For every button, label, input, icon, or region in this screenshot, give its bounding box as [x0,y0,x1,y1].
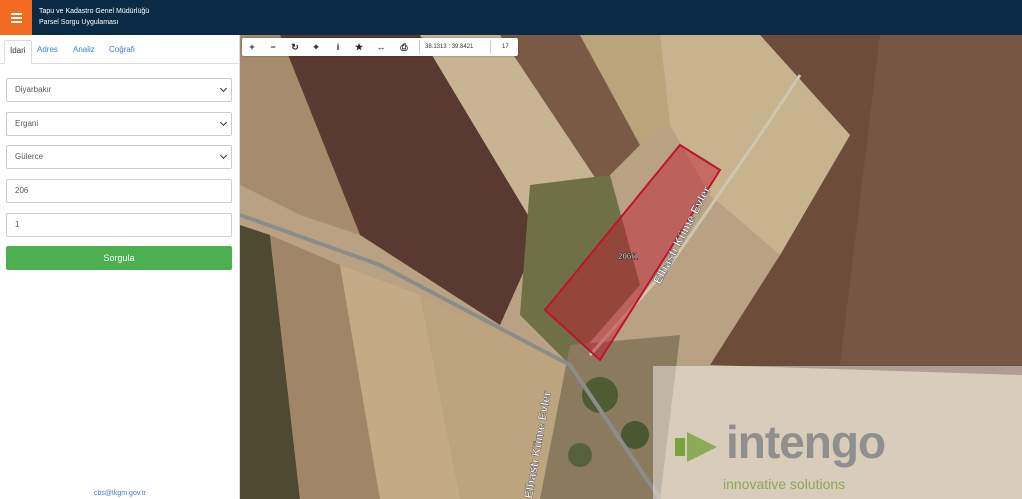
block-input[interactable]: 206 [6,179,232,203]
app-title: Tapu ve Kadastro Genel Müdürlüğü Parsel … [39,6,149,28]
watermark-overlay: intengo innovative solutions [653,366,1022,499]
query-button[interactable]: Sorgula [6,246,232,270]
info-icon[interactable]: i [330,40,346,54]
parcel-value: 1 [15,220,20,229]
chevron-down-icon [219,151,228,160]
favorite-star-icon[interactable]: ★ [351,40,367,54]
watermark-tagline: innovative solutions [723,476,846,492]
print-icon[interactable]: ⎙ [396,40,412,54]
hamburger-menu-button[interactable] [0,0,32,35]
parcel-label: 206/1 [618,252,639,261]
toolbar-divider [490,40,491,54]
tab-adres[interactable]: Adres [32,40,63,64]
toolbar-divider [419,40,420,54]
menu-icon [10,16,22,19]
app-title-line2: Parsel Sorgu Uygulaması [39,19,119,26]
sidebar-panel: İdari Adres Analiz Coğrafi Diyarbakır Er… [0,35,240,499]
neighborhood-select[interactable]: Gülerce [6,145,232,169]
tab-analiz[interactable]: Analiz [68,40,100,64]
contact-email-link[interactable]: cbs@tkgm.gov.tr [0,490,240,497]
neighborhood-value: Gülerce [15,152,44,161]
tab-cografi[interactable]: Coğrafi [104,40,140,64]
zoom-out-icon[interactable]: − [265,40,281,54]
chevron-down-icon [219,84,228,93]
tab-bar: İdari Adres Analiz Coğrafi [0,35,240,64]
app-header: Tapu ve Kadastro Genel Müdürlüğü Parsel … [0,0,1022,35]
watermark-brand: intengo [726,416,886,468]
chevron-down-icon [219,118,228,127]
province-select[interactable]: Diyarbakır [6,78,232,102]
coordinate-readout: 38.1313 : 39.8421 [425,44,474,50]
province-value: Diyarbakır [15,85,52,94]
zoom-level-readout: 17 [502,44,509,50]
intengo-logo-icon [675,432,717,462]
district-select[interactable]: Ergani [6,112,232,136]
parcel-input[interactable]: 1 [6,213,232,237]
refresh-icon[interactable]: ↻ [287,40,303,54]
app-title-line1: Tapu ve Kadastro Genel Müdürlüğü [39,8,150,15]
tab-idari[interactable]: İdari [4,40,32,64]
map-toolbar: + − ↻ ⌖ i ★ ↔ ⎙ 38.1313 : 39.8421 17 [242,38,518,56]
zoom-in-icon[interactable]: + [244,40,260,54]
block-value: 206 [15,186,29,195]
locate-icon[interactable]: ⌖ [308,40,324,54]
district-value: Ergani [15,119,39,128]
measure-icon[interactable]: ↔ [373,40,389,54]
